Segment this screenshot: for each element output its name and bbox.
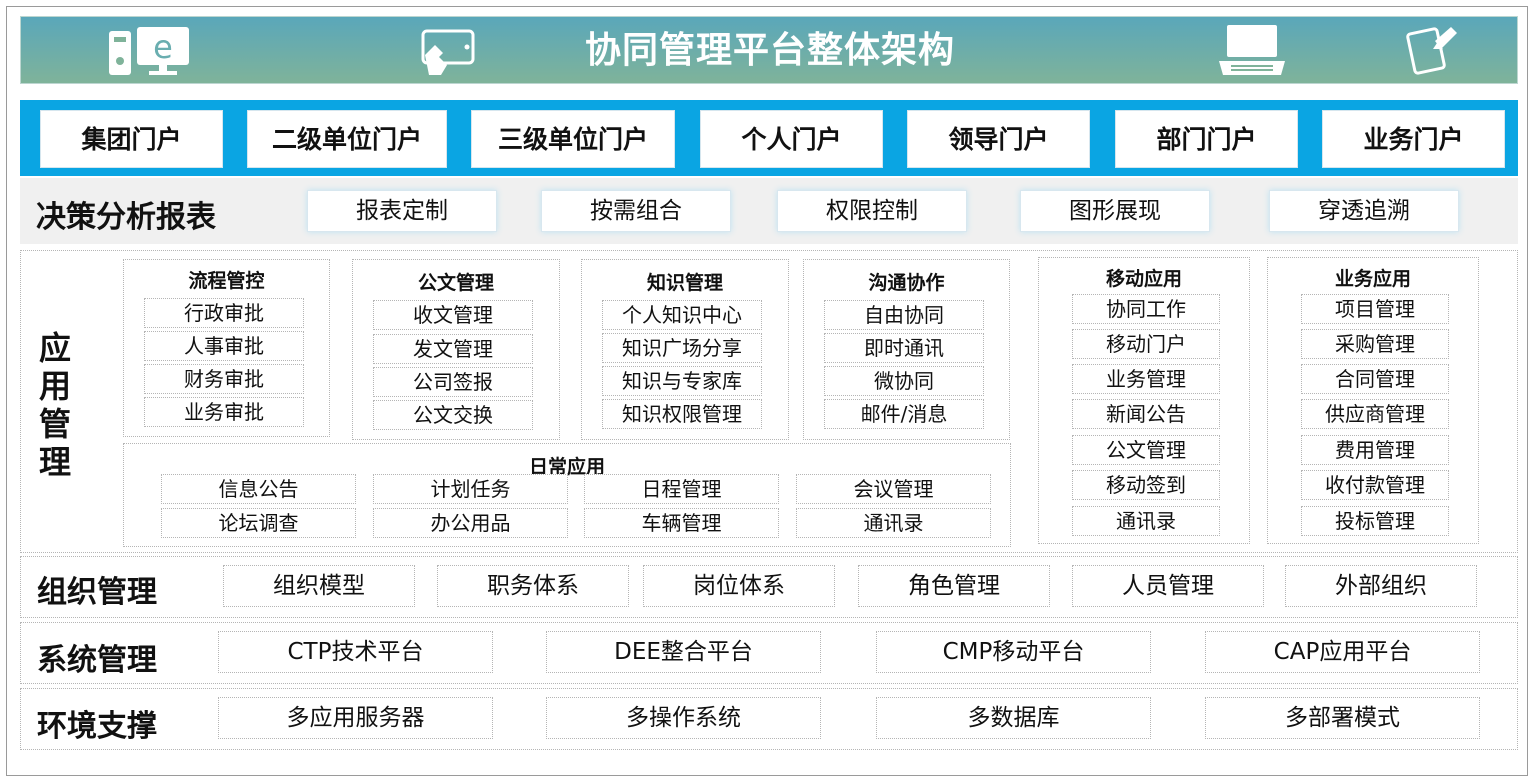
list-item[interactable]: 办公用品 <box>373 508 568 538</box>
group-title: 移动应用 <box>1105 268 1182 290</box>
portal-personal[interactable]: 个人门户 <box>700 110 883 168</box>
list-item[interactable]: 通讯录 <box>796 508 991 538</box>
list-item[interactable]: 自由协同 <box>824 300 984 330</box>
env-item[interactable]: 多部署模式 <box>1205 697 1480 739</box>
environment-support-row: 环境支撑 多应用服务器 多操作系统 多数据库 多部署模式 <box>20 688 1518 750</box>
list-item[interactable]: 协同工作 <box>1072 294 1220 324</box>
app-title-char: 用 <box>38 367 71 405</box>
org-management-row: 组织管理 组织模型 职务体系 岗位体系 角色管理 人员管理 外部组织 <box>20 556 1518 618</box>
list-item[interactable]: 采购管理 <box>1301 329 1449 359</box>
list-item[interactable]: 业务审批 <box>144 397 304 427</box>
env-item[interactable]: 多数据库 <box>876 697 1151 739</box>
group-knowledge-management: 知识管理 个人知识中心 知识广场分享 知识与专家库 知识权限管理 <box>581 259 789 440</box>
env-item[interactable]: 多应用服务器 <box>218 697 493 739</box>
portal-group[interactable]: 集团门户 <box>40 110 223 168</box>
decision-item[interactable]: 按需组合 <box>541 190 731 232</box>
list-item[interactable]: 日程管理 <box>584 474 779 504</box>
system-item[interactable]: CMP移动平台 <box>876 631 1151 673</box>
list-item[interactable]: 行政审批 <box>144 298 304 328</box>
group-title: 沟通协作 <box>868 272 945 294</box>
decision-item[interactable]: 穿透追溯 <box>1269 190 1459 232</box>
group-business-apps: 业务应用 项目管理 采购管理 合同管理 供应商管理 费用管理 收付款管理 投标管… <box>1267 257 1479 544</box>
system-item[interactable]: CTP技术平台 <box>218 631 493 673</box>
page-title: 协同管理平台整体架构 <box>584 30 955 71</box>
list-item[interactable]: 人事审批 <box>144 331 304 361</box>
list-item[interactable]: 知识与专家库 <box>602 366 762 396</box>
laptop-icon <box>1217 25 1287 81</box>
list-item[interactable]: 个人知识中心 <box>602 300 762 330</box>
portal-leader[interactable]: 领导门户 <box>907 110 1090 168</box>
portal-department[interactable]: 部门门户 <box>1115 110 1298 168</box>
system-title: 系统管理 <box>37 643 157 678</box>
group-communication: 沟通协作 自由协同 即时通讯 微协同 邮件/消息 <box>803 259 1010 440</box>
group-daily-apps: 日常应用 信息公告 计划任务 日程管理 会议管理 论坛调查 办公用品 车辆管理 … <box>123 443 1011 547</box>
list-item[interactable]: 合同管理 <box>1301 364 1449 394</box>
list-item[interactable]: 新闻公告 <box>1072 399 1220 429</box>
app-title-char: 应 <box>38 329 71 367</box>
list-item[interactable]: 邮件/消息 <box>824 399 984 429</box>
list-item[interactable]: 信息公告 <box>161 474 356 504</box>
portal-level3[interactable]: 三级单位门户 <box>471 110 675 168</box>
list-item[interactable]: 费用管理 <box>1301 435 1449 465</box>
env-item[interactable]: 多操作系统 <box>546 697 821 739</box>
org-item[interactable]: 人员管理 <box>1072 565 1264 607</box>
group-title: 业务应用 <box>1334 268 1411 290</box>
list-item[interactable]: 供应商管理 <box>1301 399 1449 429</box>
decision-title: 决策分析报表 <box>36 200 216 235</box>
app-management-area: 应 用 管 理 流程管控 行政审批 人事审批 财务审批 业务审批 公文管理 收文… <box>20 250 1518 553</box>
group-title: 流程管控 <box>188 270 265 292</box>
decision-analysis-row: 决策分析报表 报表定制 按需组合 权限控制 图形展现 穿透追溯 <box>20 178 1518 244</box>
group-process-control: 流程管控 行政审批 人事审批 财务审批 业务审批 <box>123 259 330 437</box>
org-item[interactable]: 组织模型 <box>223 565 415 607</box>
system-item[interactable]: CAP应用平台 <box>1205 631 1480 673</box>
env-title: 环境支撑 <box>37 709 157 744</box>
list-item[interactable]: 知识广场分享 <box>602 333 762 363</box>
group-mobile-apps: 移动应用 协同工作 移动门户 业务管理 新闻公告 公文管理 移动签到 通讯录 <box>1038 257 1250 544</box>
list-item[interactable]: 收付款管理 <box>1301 470 1449 500</box>
decision-item[interactable]: 权限控制 <box>777 190 967 232</box>
list-item[interactable]: 移动门户 <box>1072 329 1220 359</box>
tablet-icon <box>1405 23 1461 79</box>
header-banner: e 协同管理平台整体架构 <box>20 16 1518 84</box>
list-item[interactable]: 项目管理 <box>1301 294 1449 324</box>
list-item[interactable]: 业务管理 <box>1072 364 1220 394</box>
list-item[interactable]: 公文交换 <box>373 400 533 430</box>
list-item[interactable]: 收文管理 <box>373 300 533 330</box>
list-item[interactable]: 发文管理 <box>373 334 533 364</box>
portal-level2[interactable]: 二级单位门户 <box>247 110 447 168</box>
list-item[interactable]: 微协同 <box>824 366 984 396</box>
list-item[interactable]: 投标管理 <box>1301 506 1449 536</box>
list-item[interactable]: 财务审批 <box>144 364 304 394</box>
org-item[interactable]: 职务体系 <box>437 565 629 607</box>
list-item[interactable]: 会议管理 <box>796 474 991 504</box>
list-item[interactable]: 公文管理 <box>1072 435 1220 465</box>
decision-item[interactable]: 图形展现 <box>1020 190 1210 232</box>
org-title: 组织管理 <box>37 575 157 610</box>
group-document-management: 公文管理 收文管理 发文管理 公司签报 公文交换 <box>352 259 560 440</box>
list-item[interactable]: 即时通讯 <box>824 333 984 363</box>
app-management-title: 应 用 管 理 <box>35 329 75 481</box>
group-title: 知识管理 <box>646 272 723 294</box>
list-item[interactable]: 论坛调查 <box>161 508 356 538</box>
list-item[interactable]: 计划任务 <box>373 474 568 504</box>
system-management-row: 系统管理 CTP技术平台 DEE整合平台 CMP移动平台 CAP应用平台 <box>20 622 1518 684</box>
list-item[interactable]: 车辆管理 <box>584 508 779 538</box>
org-item[interactable]: 角色管理 <box>858 565 1050 607</box>
group-title: 公文管理 <box>417 272 494 294</box>
decision-item[interactable]: 报表定制 <box>307 190 497 232</box>
org-item[interactable]: 岗位体系 <box>643 565 835 607</box>
list-item[interactable]: 通讯录 <box>1072 506 1220 536</box>
portal-business[interactable]: 业务门户 <box>1322 110 1505 168</box>
app-title-char: 管 <box>38 405 71 443</box>
list-item[interactable]: 公司签报 <box>373 367 533 397</box>
org-item[interactable]: 外部组织 <box>1285 565 1477 607</box>
app-title-char: 理 <box>38 443 71 481</box>
portal-bar: 集团门户 二级单位门户 三级单位门户 个人门户 领导门户 部门门户 业务门户 <box>20 100 1518 176</box>
list-item[interactable]: 知识权限管理 <box>602 399 762 429</box>
list-item[interactable]: 移动签到 <box>1072 470 1220 500</box>
system-item[interactable]: DEE整合平台 <box>546 631 821 673</box>
